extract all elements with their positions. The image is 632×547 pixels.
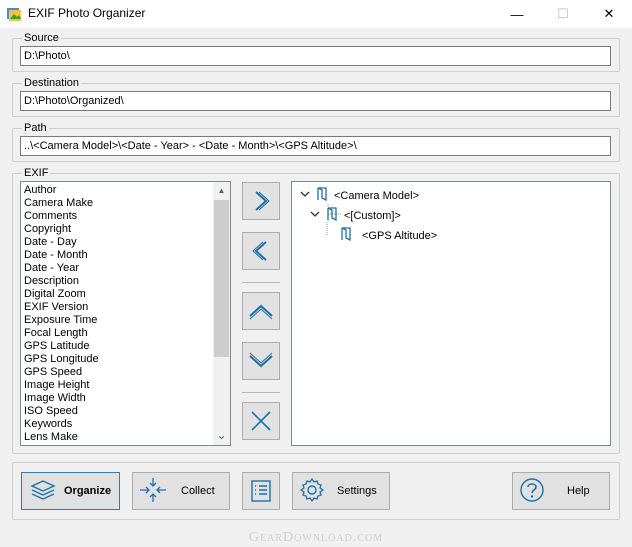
destination-field[interactable]: D:\Photo\Organized\ (20, 91, 611, 111)
collect-button[interactable]: Collect (132, 472, 230, 510)
chevron-right-icon (255, 191, 270, 211)
list-item[interactable]: Comments (21, 210, 213, 223)
log-button[interactable] (242, 472, 280, 510)
list-item[interactable]: Digital Zoom (21, 288, 213, 301)
list-item[interactable]: Copyright (21, 223, 213, 236)
settings-button[interactable]: Settings (292, 472, 390, 510)
list-item[interactable]: Date - Year (21, 262, 213, 275)
list-item[interactable]: Keywords (21, 418, 213, 431)
tree-node-camera-model[interactable]: <Camera Model> (300, 186, 419, 205)
collect-icon (139, 477, 169, 506)
destination-label: Destination (22, 77, 82, 89)
minimize-button[interactable]: — (494, 0, 540, 28)
tree-node-custom[interactable]: <[Custom]> (310, 206, 401, 225)
list-item[interactable]: GPS Latitude (21, 340, 213, 353)
scroll-down-icon[interactable]: ⌄ (213, 428, 230, 445)
gear-icon (299, 477, 327, 506)
organize-button[interactable]: Organize (21, 472, 120, 510)
help-icon (519, 477, 547, 506)
exif-label: EXIF (22, 167, 51, 179)
move-up-button[interactable] (242, 292, 280, 330)
list-item[interactable]: Lens Make (21, 431, 213, 444)
minimize-icon: — (510, 6, 524, 22)
folder-icon (314, 186, 334, 205)
remove-field-button[interactable] (242, 232, 280, 270)
separator (242, 282, 280, 283)
list-item[interactable]: Exposure Time (21, 314, 213, 327)
move-down-button[interactable] (242, 342, 280, 380)
scrollbar-thumb[interactable] (214, 200, 229, 357)
tree-node-label: <GPS Altitude> (362, 229, 438, 242)
list-item[interactable]: EXIF Version (21, 301, 213, 314)
title-bar: EXIF Photo Organizer — ☐ ✕ (0, 0, 632, 28)
help-button[interactable]: Help (512, 472, 610, 510)
list-item[interactable]: GPS Speed (21, 366, 213, 379)
path-label: Path (22, 122, 49, 134)
maximize-button[interactable]: ☐ (540, 0, 586, 28)
collapse-icon[interactable] (310, 209, 324, 222)
add-field-button[interactable] (242, 182, 280, 220)
source-field[interactable]: D:\Photo\ (20, 46, 611, 66)
watermark: GearDownload.com (248, 530, 384, 545)
list-icon (251, 480, 271, 502)
folder-icon (338, 226, 362, 245)
x-icon (251, 411, 271, 431)
path-field[interactable]: ..\<Camera Model>\<Date - Year> - <Date … (20, 136, 611, 156)
list-item[interactable]: Camera Make (21, 197, 213, 210)
exif-items: Author Camera Make Comments Copyright Da… (21, 184, 213, 444)
list-item[interactable]: Description (21, 275, 213, 288)
list-item[interactable]: Date - Month (21, 249, 213, 262)
list-item[interactable]: ISO Speed (21, 405, 213, 418)
chevron-down-icon (249, 352, 273, 368)
list-item[interactable]: Focal Length (21, 327, 213, 340)
collapse-icon[interactable] (300, 189, 314, 202)
tree-node-label: <Camera Model> (334, 189, 419, 202)
folder-icon (324, 206, 344, 225)
window-title: EXIF Photo Organizer (28, 6, 146, 20)
tree-node-gps-altitude[interactable]: <GPS Altitude> (338, 226, 437, 245)
list-item[interactable]: Image Height (21, 379, 213, 392)
exif-list[interactable]: Author Camera Make Comments Copyright Da… (20, 181, 231, 446)
exif-scrollbar[interactable]: ▲ ⌄ (213, 182, 230, 445)
maximize-icon: ☐ (557, 6, 569, 21)
layers-icon (30, 478, 56, 505)
collect-label: Collect (181, 485, 215, 497)
help-label: Help (567, 485, 590, 497)
close-icon: ✕ (603, 6, 615, 21)
list-item[interactable]: Date - Day (21, 236, 213, 249)
path-tree[interactable]: <Camera Model> <[Custom]> <GPS Altitude> (291, 181, 611, 446)
app-icon (6, 6, 22, 22)
chevron-up-icon (249, 304, 273, 320)
settings-label: Settings (337, 485, 377, 497)
list-item[interactable]: GPS Longitude (21, 353, 213, 366)
organize-label: Organize (64, 485, 112, 497)
chevron-left-icon (252, 241, 267, 261)
list-item[interactable]: Image Width (21, 392, 213, 405)
tree-node-label: <[Custom]> (344, 209, 401, 222)
source-label: Source (22, 32, 61, 44)
list-item[interactable]: Author (21, 184, 213, 197)
scroll-up-icon[interactable]: ▲ (213, 182, 230, 199)
close-button[interactable]: ✕ (586, 0, 632, 28)
separator (242, 392, 280, 393)
delete-node-button[interactable] (242, 402, 280, 440)
